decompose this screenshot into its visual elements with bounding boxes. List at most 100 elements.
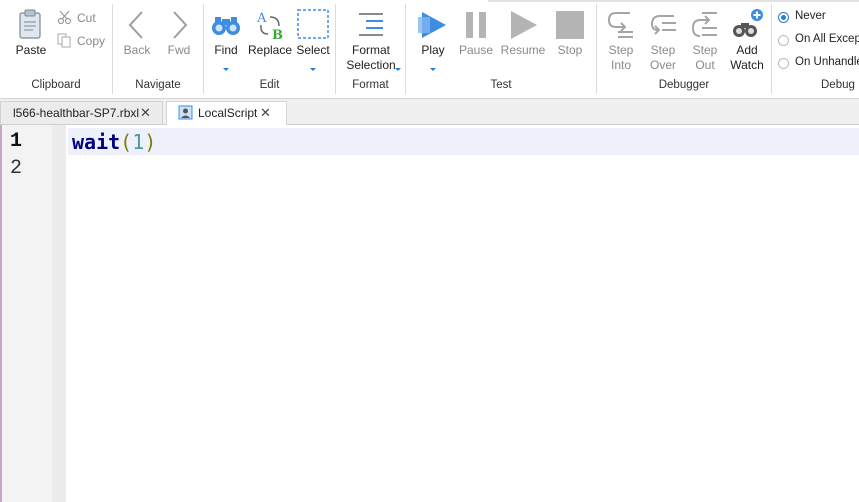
close-icon[interactable]: ✕ bbox=[260, 105, 271, 121]
stop-icon bbox=[556, 11, 584, 39]
test-group-label: Test bbox=[490, 79, 512, 91]
select-dropdown-arrow bbox=[310, 68, 316, 71]
add-watch-binoculars-icon bbox=[733, 9, 763, 37]
copy-button[interactable]: Copy bbox=[55, 31, 110, 51]
step-over-label-1: Step bbox=[650, 43, 676, 57]
all-exceptions-label: On All Except bbox=[795, 33, 859, 45]
test-group: Play Pause Resume Stop Test bbox=[406, 0, 596, 98]
replace-button[interactable]: A B Replace bbox=[248, 6, 292, 66]
tab-place-file-label: l566-healthbar-SP7.rbxl bbox=[13, 106, 140, 120]
pause-label: Pause bbox=[458, 43, 494, 57]
navigate-group: Back Fwd Navigate bbox=[113, 0, 203, 98]
pause-icon bbox=[466, 12, 486, 38]
chevron-right-icon bbox=[173, 11, 188, 39]
select-label: Select bbox=[296, 43, 330, 57]
format-dropdown-arrow bbox=[395, 68, 401, 71]
play-label: Play bbox=[421, 43, 445, 57]
step-over-label-2: Over bbox=[649, 58, 676, 72]
chevron-left-icon bbox=[128, 11, 143, 39]
scissors-icon bbox=[57, 10, 72, 25]
step-out-button[interactable]: Step Out bbox=[685, 6, 725, 74]
code-keyword: wait bbox=[72, 130, 121, 154]
play-button[interactable]: Play bbox=[414, 6, 452, 72]
find-button[interactable]: Find bbox=[208, 6, 244, 72]
step-into-button[interactable]: Step Into bbox=[601, 6, 641, 74]
cut-button[interactable]: Cut bbox=[55, 8, 105, 28]
resume-label: Resume bbox=[500, 43, 546, 57]
clipboard-group-label: Clipboard bbox=[31, 79, 81, 91]
line-number: 2 bbox=[10, 157, 23, 180]
clipboard-group: Paste Cut Copy Clipboard bbox=[0, 0, 112, 98]
forward-label: Fwd bbox=[167, 43, 191, 57]
paste-icon bbox=[19, 9, 41, 39]
add-watch-label-1: Add bbox=[736, 43, 758, 57]
stop-label: Stop bbox=[557, 43, 583, 57]
navigate-group-label: Navigate bbox=[135, 79, 181, 91]
find-dropdown-arrow bbox=[223, 68, 229, 71]
selection-marquee-icon bbox=[297, 9, 329, 39]
play-icon bbox=[418, 12, 446, 38]
step-into-icon bbox=[607, 12, 633, 38]
close-icon[interactable]: ✕ bbox=[140, 105, 151, 121]
debugger-group-label: Debugger bbox=[658, 79, 710, 91]
back-button[interactable]: Back bbox=[121, 6, 153, 66]
tab-localscript-label: LocalScript bbox=[198, 106, 258, 120]
add-watch-button[interactable]: Add Watch bbox=[727, 6, 767, 74]
step-out-label-1: Step bbox=[692, 43, 718, 57]
line-number-gutter: 1 2 bbox=[2, 125, 52, 502]
format-group-label: Format bbox=[352, 79, 389, 91]
debugger-group: Step Into Step Over Step Out Add Watch D… bbox=[597, 0, 771, 98]
cut-label: Cut bbox=[77, 11, 96, 25]
code-paren-close: ) bbox=[144, 130, 157, 154]
replace-icon: A B bbox=[256, 11, 283, 42]
format-group: Format Selection Format bbox=[336, 0, 405, 98]
radio-selected[interactable] bbox=[778, 12, 789, 23]
find-label: Find bbox=[214, 43, 238, 57]
edit-group: Find A B Replace Select Edit bbox=[204, 0, 335, 98]
step-into-label-1: Step bbox=[608, 43, 634, 57]
current-line-highlight bbox=[68, 128, 859, 155]
code-number: 1 bbox=[132, 130, 145, 154]
tab-localscript[interactable]: LocalScript ✕ bbox=[166, 101, 287, 125]
code-paren-open: ( bbox=[120, 130, 133, 154]
divider bbox=[771, 4, 772, 94]
play-dropdown-arrow bbox=[430, 68, 436, 71]
localscript-icon bbox=[178, 105, 193, 120]
paste-button[interactable]: Paste bbox=[10, 6, 52, 66]
copy-icon bbox=[57, 33, 71, 48]
document-tab-bar: l566-healthbar-SP7.rbxl ✕ LocalScript ✕ bbox=[0, 99, 859, 125]
stop-button[interactable]: Stop bbox=[552, 6, 588, 66]
resume-button[interactable]: Resume bbox=[500, 6, 546, 66]
ribbon-toolbar: Paste Cut Copy Clipboard Back Fwd Naviga… bbox=[0, 0, 859, 99]
code-line-1[interactable]: wait(1) bbox=[72, 130, 156, 154]
copy-label: Copy bbox=[77, 34, 106, 48]
format-selection-button[interactable]: Format Selection bbox=[341, 6, 401, 74]
edit-group-label: Edit bbox=[259, 79, 280, 91]
format-label-line1: Format bbox=[351, 43, 390, 57]
step-out-label-2: Out bbox=[695, 58, 715, 72]
replace-label: Replace bbox=[248, 43, 293, 57]
tab-place-file[interactable]: l566-healthbar-SP7.rbxl ✕ bbox=[0, 101, 163, 124]
add-watch-label-2: Watch bbox=[730, 58, 764, 72]
svg-text:A: A bbox=[256, 11, 267, 26]
radio-unselected[interactable] bbox=[778, 35, 789, 46]
never-label: Never bbox=[795, 10, 826, 22]
step-over-icon bbox=[650, 15, 676, 35]
pause-button[interactable]: Pause bbox=[458, 6, 494, 66]
debug-errors-group-label: Debug E bbox=[821, 79, 859, 91]
paste-label: Paste bbox=[15, 43, 47, 57]
svg-text:B: B bbox=[272, 28, 283, 42]
line-number: 1 bbox=[10, 130, 23, 153]
back-label: Back bbox=[123, 43, 151, 57]
script-editor[interactable]: 1 2 wait(1) bbox=[0, 125, 859, 502]
step-out-icon bbox=[691, 12, 717, 37]
fold-margin bbox=[52, 125, 66, 502]
format-lines-icon bbox=[359, 13, 383, 36]
step-into-label-2: Into bbox=[610, 58, 631, 72]
resume-icon bbox=[511, 11, 537, 39]
forward-button[interactable]: Fwd bbox=[163, 6, 195, 66]
format-label-line2: Selection bbox=[346, 58, 396, 72]
select-button[interactable]: Select bbox=[295, 6, 331, 72]
step-over-button[interactable]: Step Over bbox=[643, 6, 683, 74]
radio-unselected[interactable] bbox=[778, 58, 789, 69]
